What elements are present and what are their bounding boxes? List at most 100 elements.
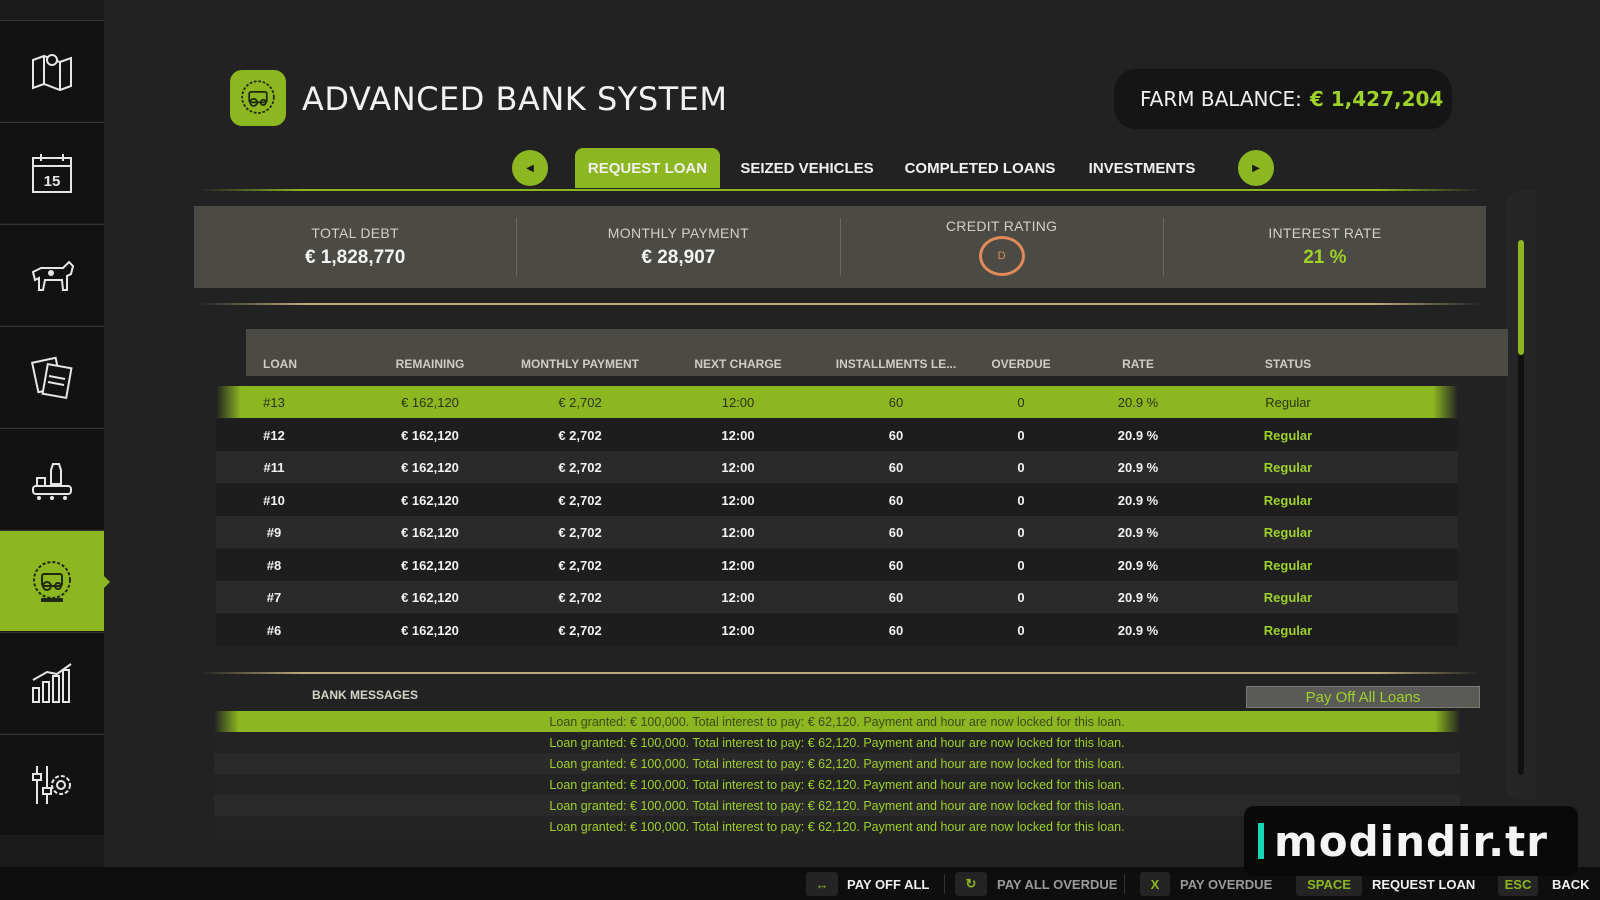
table-cell: 0 — [1017, 460, 1025, 475]
table-cell: 60 — [888, 460, 904, 475]
table-cell: € 2,702 — [558, 427, 602, 443]
table-cell: € 162,120 — [401, 590, 459, 605]
settings-icon — [32, 766, 71, 804]
col-next-charge: NEXT CHARGE — [694, 357, 782, 371]
pay-overdue-key: X — [1140, 872, 1170, 896]
prev-tab-button[interactable]: ◀ — [512, 150, 548, 186]
credit-rating-label: CREDIT RATING — [945, 218, 1058, 234]
table-cell: #12 — [263, 427, 285, 443]
scrollbar-thumb[interactable] — [1518, 240, 1524, 355]
col-remaining: REMAINING — [395, 357, 465, 371]
table-cell: Regular — [1263, 590, 1313, 605]
pay-off-all-key: ↔ — [806, 872, 838, 896]
loan-table-header: LOAN REMAINING MONTHLY PAYMENT NEXT CHAR… — [246, 329, 1508, 376]
footer-separator — [944, 874, 945, 894]
table-cell: #6 — [266, 622, 282, 638]
tab-completed-loans[interactable]: COMPLETED LOANS — [900, 148, 1060, 188]
sidebar-item-statistics[interactable] — [0, 632, 104, 733]
table-cell: Regular — [1263, 525, 1313, 540]
table-cell: 20.9 % — [1117, 492, 1159, 508]
table-cell: 20.9 % — [1117, 525, 1159, 540]
table-row[interactable]: #8 € 162,120 € 2,702 12:00 60 0 20.9 % Regular — [216, 548, 1458, 581]
production-icon — [32, 463, 72, 500]
bank-messages-title: BANK MESSAGES — [312, 688, 419, 702]
table-cell: 20.9 % — [1117, 427, 1159, 443]
table-row[interactable]: #13 € 162,120 € 2,702 12:00 60 0 20.9 % Regular — [216, 386, 1458, 418]
table-cell: 12:00 — [721, 590, 755, 605]
calendar-day: 15 — [44, 173, 61, 190]
tab-investments[interactable]: INVESTMENTS — [1082, 148, 1202, 188]
chevron-left-icon: ◀ — [526, 162, 534, 174]
rotate-icon: ↻ — [965, 876, 977, 891]
pay-off-all-action[interactable]: PAY OFF ALL — [847, 877, 929, 892]
table-cell: 60 — [888, 590, 904, 605]
sidebar-item-bank[interactable] — [0, 530, 110, 631]
table-cell: € 2,702 — [558, 525, 602, 540]
credit-rating-value: D — [978, 236, 1025, 276]
table-cell: € 2,702 — [558, 557, 602, 573]
map-icon — [32, 54, 72, 92]
table-cell: 60 — [888, 492, 904, 508]
table-cell: 0 — [1017, 557, 1025, 573]
pay-all-overdue-key: ↻ — [955, 872, 987, 896]
table-cell: 0 — [1017, 525, 1025, 540]
tab-seized-vehicles[interactable]: SEIZED VEHICLES — [734, 148, 880, 188]
table-row[interactable]: #11 € 162,120 € 2,702 12:00 60 0 20.9 % Regular — [216, 451, 1458, 483]
table-cell: € 2,702 — [558, 395, 602, 410]
table-cell: 12:00 — [721, 622, 755, 638]
sidebar-item-map[interactable] — [0, 20, 104, 121]
sidebar-item-production[interactable] — [0, 428, 104, 529]
table-cell: € 162,120 — [401, 492, 459, 508]
arrows-horizontal-icon: ↔ — [815, 876, 829, 892]
table-cell: € 162,120 — [401, 460, 459, 475]
table-cell: 20.9 % — [1117, 622, 1159, 638]
watermark-bar — [1258, 823, 1264, 859]
table-row[interactable]: #12 € 162,120 € 2,702 12:00 60 0 20.9 % Regular — [216, 418, 1458, 451]
tab-divider — [200, 189, 1480, 191]
table-cell: 12:00 — [721, 427, 755, 443]
table-cell: 12:00 — [721, 525, 755, 540]
monthly-payment-label: MONTHLY PAYMENT — [607, 225, 749, 241]
col-overdue: OVERDUE — [991, 357, 1051, 371]
table-cell: € 162,120 — [401, 622, 459, 638]
table-cell: #7 — [266, 590, 282, 605]
table-cell: Regular — [1265, 395, 1311, 410]
pay-off-all-loans-button[interactable]: Pay Off All Loans — [1246, 686, 1480, 708]
sidebar-item-settings[interactable] — [0, 734, 104, 835]
table-cell: 0 — [1017, 395, 1025, 410]
col-loan: LOAN — [263, 357, 297, 371]
table-row[interactable]: #10 € 162,120 € 2,702 12:00 60 0 20.9 % Regular — [216, 483, 1458, 516]
table-cell: 20.9 % — [1117, 395, 1159, 410]
cow-icon — [31, 260, 75, 291]
table-cell: € 162,120 — [401, 525, 459, 540]
pay-all-overdue-action[interactable]: PAY ALL OVERDUE — [997, 877, 1117, 892]
total-debt-label: TOTAL DEBT — [311, 225, 399, 241]
back-action[interactable]: BACK — [1552, 877, 1590, 892]
table-cell: 20.9 % — [1117, 460, 1159, 475]
table-cell: € 2,702 — [558, 492, 602, 508]
bank-logo — [230, 70, 286, 126]
table-cell: 12:00 — [721, 460, 755, 475]
next-tab-button[interactable]: ▶ — [1238, 150, 1274, 186]
request-loan-action[interactable]: REQUEST LOAN — [1372, 877, 1475, 892]
table-cell: 12:00 — [721, 395, 755, 410]
pay-overdue-action[interactable]: PAY OVERDUE — [1180, 877, 1272, 892]
chevron-right-icon: ▶ — [1252, 162, 1260, 174]
active-indicator-arrow — [103, 575, 110, 589]
col-rate: RATE — [1122, 357, 1154, 371]
tab-request-loan[interactable]: REQUEST LOAN — [575, 148, 720, 188]
table-cell: 0 — [1017, 492, 1025, 508]
balance-label: FARM BALANCE: — [1140, 87, 1302, 111]
calendar-icon: 15 — [32, 154, 72, 193]
table-cell: 20.9 % — [1117, 557, 1159, 573]
page-title: ADVANCED BANK SYSTEM — [302, 80, 728, 118]
table-cell: #13 — [263, 395, 285, 410]
sidebar-item-contracts[interactable] — [0, 326, 104, 427]
table-row[interactable]: #7 € 162,120 € 2,702 12:00 60 0 20.9 % Regular — [216, 581, 1458, 613]
sidebar-item-calendar[interactable]: 15 — [0, 122, 104, 223]
table-row[interactable]: #9 € 162,120 € 2,702 12:00 60 0 20.9 % Regular — [216, 516, 1458, 548]
sidebar-item-animals[interactable] — [0, 224, 104, 325]
table-cell: #9 — [266, 525, 282, 540]
table-row[interactable]: #6 € 162,120 € 2,702 12:00 60 0 20.9 % Regular — [216, 613, 1458, 646]
col-monthly-payment: MONTHLY PAYMENT — [520, 357, 640, 371]
